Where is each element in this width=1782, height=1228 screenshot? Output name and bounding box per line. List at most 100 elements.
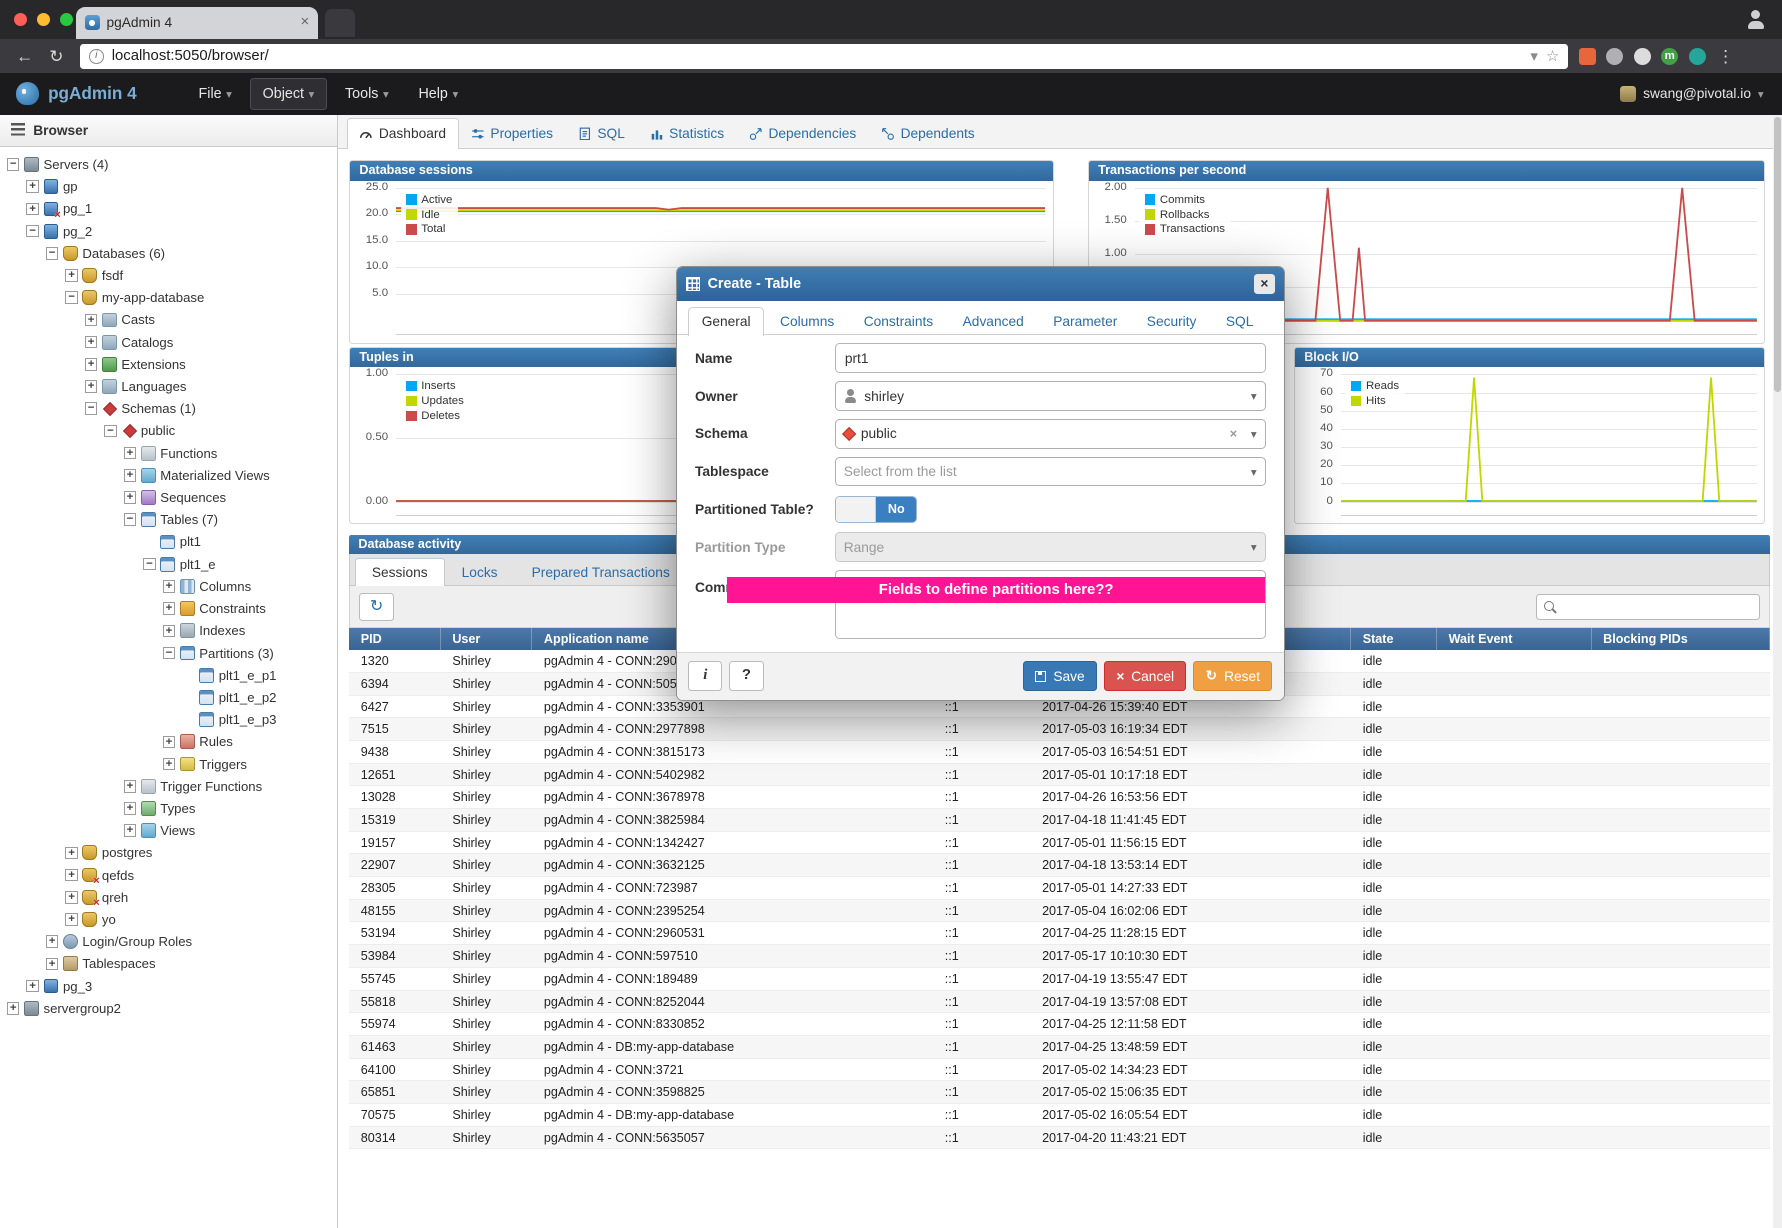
session-row-53194[interactable]: 53194ShirleypgAdmin 4 - CONN:2960531::12… bbox=[349, 922, 1770, 945]
tree-item-materialized-views[interactable]: +Materialized Views bbox=[0, 464, 337, 486]
tree-expander[interactable]: + bbox=[7, 1002, 20, 1015]
tree-item-qefds[interactable]: +qefds bbox=[0, 864, 337, 886]
tab-locks[interactable]: Locks bbox=[445, 558, 515, 585]
tree-expander[interactable]: + bbox=[26, 980, 39, 993]
dialog-header[interactable]: Create - Table × bbox=[677, 267, 1284, 301]
session-row-28305[interactable]: 28305ShirleypgAdmin 4 - CONN:723987::120… bbox=[349, 877, 1770, 900]
tree-expander[interactable]: + bbox=[85, 336, 98, 349]
tree-expander[interactable]: + bbox=[163, 758, 176, 771]
tree-expander[interactable]: − bbox=[7, 158, 20, 171]
sql-help-button[interactable]: i bbox=[688, 661, 722, 691]
tree-item-fsdf[interactable]: +fsdf bbox=[0, 264, 337, 286]
dialog-tab-general[interactable]: General bbox=[688, 307, 764, 336]
window-close-button[interactable] bbox=[14, 13, 28, 27]
tree-item-functions[interactable]: +Functions bbox=[0, 442, 337, 464]
url-bar[interactable]: i localhost:5050/browser/ ▾ ☆ bbox=[80, 44, 1569, 69]
tree-item-plt1-e-p2[interactable]: plt1_e_p2 bbox=[0, 686, 337, 708]
dialog-close-button[interactable]: × bbox=[1254, 274, 1275, 295]
new-tab-button[interactable] bbox=[325, 9, 355, 36]
tree-item-public[interactable]: −public bbox=[0, 420, 337, 442]
tree-item-tablespaces[interactable]: +Tablespaces bbox=[0, 953, 337, 975]
browser-menu-icon[interactable]: ⋮ bbox=[1717, 46, 1734, 67]
tree-expander[interactable]: − bbox=[26, 225, 39, 238]
window-minimize-button[interactable] bbox=[37, 13, 51, 27]
column-header-state[interactable]: State bbox=[1351, 628, 1437, 651]
tree-expander[interactable]: + bbox=[65, 847, 78, 860]
tab-statistics[interactable]: Statistics bbox=[637, 118, 736, 148]
menu-file[interactable]: File▾ bbox=[187, 79, 243, 109]
help-button[interactable]: ? bbox=[729, 661, 763, 691]
tree-expander[interactable]: + bbox=[124, 491, 137, 504]
tree-expander[interactable]: + bbox=[46, 935, 59, 948]
browser-profile-icon[interactable] bbox=[1745, 9, 1766, 30]
tree-item-trigger-functions[interactable]: +Trigger Functions bbox=[0, 775, 337, 797]
tree-expander[interactable]: + bbox=[65, 269, 78, 282]
tree-expander[interactable]: + bbox=[163, 602, 176, 615]
tree-item-postgres[interactable]: +postgres bbox=[0, 842, 337, 864]
tree-item-pg-1[interactable]: +pg_1 bbox=[0, 198, 337, 220]
tree-item-catalogs[interactable]: +Catalogs bbox=[0, 331, 337, 353]
tree-item-columns[interactable]: +Columns bbox=[0, 575, 337, 597]
menu-object[interactable]: Object▾ bbox=[250, 78, 327, 110]
tree-expander[interactable]: − bbox=[163, 647, 176, 660]
dialog-tab-constraints[interactable]: Constraints bbox=[850, 307, 947, 334]
tree-expander[interactable]: + bbox=[85, 314, 98, 327]
user-menu[interactable]: swang@pivotal.io ▾ bbox=[1620, 86, 1782, 102]
tree-expander[interactable]: + bbox=[65, 869, 78, 882]
name-field[interactable] bbox=[835, 343, 1266, 373]
save-button[interactable]: Save bbox=[1023, 661, 1097, 691]
tree-expander[interactable]: + bbox=[46, 958, 59, 971]
column-header-pid[interactable]: PID bbox=[349, 628, 441, 651]
session-row-48155[interactable]: 48155ShirleypgAdmin 4 - CONN:2395254::12… bbox=[349, 900, 1770, 923]
tree-item-plt1-e-p3[interactable]: plt1_e_p3 bbox=[0, 709, 337, 731]
extension-icon-4[interactable]: m bbox=[1661, 48, 1678, 65]
tree-item-types[interactable]: +Types bbox=[0, 797, 337, 819]
site-info-icon[interactable]: i bbox=[89, 49, 104, 64]
reload-button[interactable]: ↻ bbox=[49, 46, 63, 67]
session-row-64100[interactable]: 64100ShirleypgAdmin 4 - CONN:3721::12017… bbox=[349, 1059, 1770, 1082]
tree-expander[interactable]: + bbox=[124, 824, 137, 837]
column-header-blocking-pids[interactable]: Blocking PIDs bbox=[1592, 628, 1771, 651]
menu-help[interactable]: Help▾ bbox=[407, 79, 470, 109]
vertical-scrollbar[interactable] bbox=[1773, 115, 1782, 1228]
activity-search-box[interactable] bbox=[1536, 594, 1760, 619]
tree-item-languages[interactable]: +Languages bbox=[0, 375, 337, 397]
extension-icon-1[interactable] bbox=[1579, 48, 1596, 65]
extension-icon-2[interactable] bbox=[1606, 48, 1623, 65]
tree-expander[interactable]: + bbox=[26, 203, 39, 216]
extension-icon-3[interactable] bbox=[1634, 48, 1651, 65]
tree-expander[interactable]: − bbox=[46, 247, 59, 260]
activity-search-input[interactable] bbox=[1562, 600, 1754, 614]
save-page-icon[interactable]: ▾ bbox=[1530, 47, 1537, 65]
tree-item-triggers[interactable]: +Triggers bbox=[0, 753, 337, 775]
tree-expander[interactable]: − bbox=[85, 402, 98, 415]
tree-expander[interactable]: + bbox=[163, 736, 176, 749]
tree-expander[interactable]: − bbox=[124, 513, 137, 526]
tree-expander[interactable]: + bbox=[85, 358, 98, 371]
tree-item-pg-2[interactable]: −pg_2 bbox=[0, 220, 337, 242]
tree-expander[interactable]: + bbox=[124, 780, 137, 793]
tree-item-plt1-e-p1[interactable]: plt1_e_p1 bbox=[0, 664, 337, 686]
tab-dashboard[interactable]: Dashboard bbox=[347, 118, 459, 149]
tree-item-servers-4[interactable]: −Servers (4) bbox=[0, 153, 337, 175]
browser-tab[interactable]: pgAdmin 4 × bbox=[76, 7, 319, 39]
tree-item-yo[interactable]: +yo bbox=[0, 908, 337, 930]
tree-expander[interactable]: + bbox=[163, 580, 176, 593]
tree-item-pg-3[interactable]: +pg_3 bbox=[0, 975, 337, 997]
tree-item-tables-7[interactable]: −Tables (7) bbox=[0, 509, 337, 531]
tree-expander[interactable]: + bbox=[124, 469, 137, 482]
session-row-55745[interactable]: 55745ShirleypgAdmin 4 - CONN:189489::120… bbox=[349, 968, 1770, 991]
tree-item-constraints[interactable]: +Constraints bbox=[0, 598, 337, 620]
tree-expander[interactable]: − bbox=[143, 558, 156, 571]
session-row-19157[interactable]: 19157ShirleypgAdmin 4 - CONN:1342427::12… bbox=[349, 832, 1770, 855]
tree-expander[interactable]: + bbox=[65, 891, 78, 904]
extension-icon-5[interactable] bbox=[1689, 48, 1706, 65]
session-row-9438[interactable]: 9438ShirleypgAdmin 4 - CONN:3815173::120… bbox=[349, 741, 1770, 764]
window-zoom-button[interactable] bbox=[60, 13, 74, 27]
tree-item-plt1[interactable]: plt1 bbox=[0, 531, 337, 553]
tree-item-gp[interactable]: +gp bbox=[0, 176, 337, 198]
partitioned-toggle[interactable]: No bbox=[835, 496, 917, 523]
session-row-80314[interactable]: 80314ShirleypgAdmin 4 - CONN:5635057::12… bbox=[349, 1127, 1770, 1150]
session-row-65851[interactable]: 65851ShirleypgAdmin 4 - CONN:3598825::12… bbox=[349, 1081, 1770, 1104]
dialog-tab-parameter[interactable]: Parameter bbox=[1040, 307, 1131, 334]
